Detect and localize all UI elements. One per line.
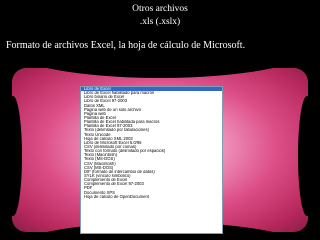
save-as-type-dropdown-list[interactable]: Libro de Excel Libro de Excel habilitado … — [80, 86, 223, 234]
frame-notch-left — [4, 96, 22, 216]
slide-subtitle: .xls (.xslx) — [139, 17, 181, 27]
frame-notch-right — [298, 96, 316, 216]
file-type-option[interactable]: Hoja de cálculo de OpenDocument — [81, 195, 222, 199]
intro-text: Formato de archivos Excel, la hoja de cá… — [6, 40, 246, 51]
slide-title: Otros archivos — [132, 4, 188, 14]
